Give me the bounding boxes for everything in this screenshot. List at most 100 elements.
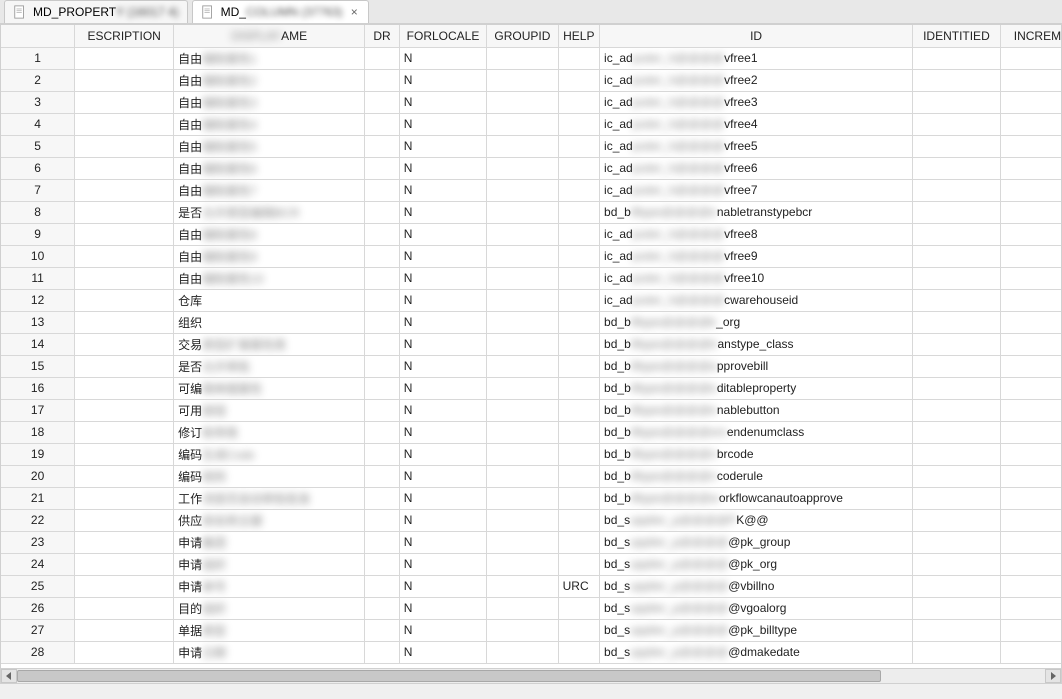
cell-forlocale[interactable]: N: [399, 465, 486, 487]
table-row[interactable]: 27单据类型Nbd_supplier_p@@@@@pk_billtype: [1, 619, 1062, 641]
cell-identitied[interactable]: [913, 597, 1000, 619]
cell-groupid[interactable]: [487, 201, 558, 223]
cell-displayname[interactable]: 工作流是否自动审批批准: [174, 487, 365, 509]
cell-displayname[interactable]: 可用按钮: [174, 399, 365, 421]
cell-displayname[interactable]: 编码生成Code: [174, 443, 365, 465]
cell-dr[interactable]: [365, 69, 400, 91]
cell-groupid[interactable]: [487, 421, 558, 443]
cell-displayname[interactable]: 自由辅助属性4: [174, 113, 365, 135]
cell-description[interactable]: [75, 91, 174, 113]
col-incrementseed[interactable]: INCREMENTSEED: [1000, 25, 1062, 47]
table-row[interactable]: 12仓库Nic_adjuster_h@@@@cwarehouseid: [1, 289, 1062, 311]
cell-description[interactable]: [75, 333, 174, 355]
table-row[interactable]: 11自由辅助属性10Nic_adjuster_h@@@@vfree10: [1, 267, 1062, 289]
table-row[interactable]: 25申请单号NURCbd_supplier_p@@@@@vbillno: [1, 575, 1062, 597]
row-number[interactable]: 18: [1, 421, 75, 443]
cell-dr[interactable]: [365, 377, 400, 399]
cell-identitied[interactable]: [913, 575, 1000, 597]
cell-groupid[interactable]: [487, 553, 558, 575]
cell-identitied[interactable]: [913, 619, 1000, 641]
cell-displayname[interactable]: 申请日期: [174, 641, 365, 663]
cell-incrementseed[interactable]: [1000, 465, 1062, 487]
row-number[interactable]: 1: [1, 47, 75, 69]
cell-groupid[interactable]: [487, 531, 558, 553]
cell-dr[interactable]: [365, 113, 400, 135]
table-row[interactable]: 10自由辅助属性9Nic_adjuster_h@@@@vfree9: [1, 245, 1062, 267]
cell-id[interactable]: ic_adjuster_h@@@@vfree5: [600, 135, 913, 157]
cell-id[interactable]: ic_adjuster_h@@@@cwarehouseid: [600, 289, 913, 311]
cell-dr[interactable]: [365, 289, 400, 311]
cell-groupid[interactable]: [487, 135, 558, 157]
cell-groupid[interactable]: [487, 355, 558, 377]
cell-incrementseed[interactable]: [1000, 575, 1062, 597]
cell-dr[interactable]: [365, 333, 400, 355]
table-row[interactable]: 8是否允许类型编辑BCRNbd_billtype@@@@enabletranst…: [1, 201, 1062, 223]
cell-help[interactable]: [558, 333, 599, 355]
cell-id[interactable]: bd_supplier_p@@@@@dmakedate: [600, 641, 913, 663]
cell-groupid[interactable]: [487, 179, 558, 201]
cell-dr[interactable]: [365, 421, 400, 443]
cell-incrementseed[interactable]: [1000, 201, 1062, 223]
cell-displayname[interactable]: 目的组织: [174, 597, 365, 619]
cell-displayname[interactable]: 自由辅助属性7: [174, 179, 365, 201]
cell-forlocale[interactable]: N: [399, 47, 486, 69]
row-number[interactable]: 17: [1, 399, 75, 421]
cell-help[interactable]: URC: [558, 575, 599, 597]
cell-identitied[interactable]: [913, 135, 1000, 157]
cell-description[interactable]: [75, 465, 174, 487]
cell-id[interactable]: ic_adjuster_h@@@@vfree4: [600, 113, 913, 135]
cell-displayname[interactable]: 可编辑单据属性: [174, 377, 365, 399]
table-row[interactable]: 3自由辅助属性3Nic_adjuster_h@@@@vfree3: [1, 91, 1062, 113]
cell-description[interactable]: [75, 575, 174, 597]
row-number[interactable]: 4: [1, 113, 75, 135]
row-number[interactable]: 3: [1, 91, 75, 113]
cell-forlocale[interactable]: N: [399, 531, 486, 553]
cell-identitied[interactable]: [913, 487, 1000, 509]
table-row[interactable]: 23申请集团Nbd_supplier_p@@@@@pk_group: [1, 531, 1062, 553]
row-number[interactable]: 25: [1, 575, 75, 597]
cell-groupid[interactable]: [487, 597, 558, 619]
scroll-left-arrow-icon[interactable]: [1, 669, 17, 683]
cell-identitied[interactable]: [913, 289, 1000, 311]
cell-dr[interactable]: [365, 465, 400, 487]
cell-id[interactable]: bd_billtype@@@@editableproperty: [600, 377, 913, 399]
cell-incrementseed[interactable]: [1000, 179, 1062, 201]
row-number[interactable]: 16: [1, 377, 75, 399]
cell-groupid[interactable]: [487, 289, 558, 311]
cell-forlocale[interactable]: N: [399, 575, 486, 597]
cell-displayname[interactable]: 申请组织: [174, 553, 365, 575]
col-description[interactable]: ESCRIPTION: [75, 25, 174, 47]
cell-incrementseed[interactable]: [1000, 135, 1062, 157]
cell-groupid[interactable]: [487, 69, 558, 91]
cell-incrementseed[interactable]: [1000, 377, 1062, 399]
cell-displayname[interactable]: 是否允许审批: [174, 355, 365, 377]
cell-identitied[interactable]: [913, 201, 1000, 223]
cell-groupid[interactable]: [487, 487, 558, 509]
col-displayname[interactable]: DISPLAYAME: [174, 25, 365, 47]
cell-displayname[interactable]: 组织: [174, 311, 365, 333]
cell-id[interactable]: ic_adjuster_h@@@@vfree3: [600, 91, 913, 113]
col-rownum[interactable]: [1, 25, 75, 47]
cell-description[interactable]: [75, 399, 174, 421]
cell-groupid[interactable]: [487, 575, 558, 597]
scroll-track[interactable]: [17, 669, 1045, 683]
cell-description[interactable]: [75, 201, 174, 223]
cell-description[interactable]: [75, 377, 174, 399]
cell-displayname[interactable]: 交易类型扩展属性类: [174, 333, 365, 355]
cell-identitied[interactable]: [913, 223, 1000, 245]
col-id[interactable]: ID: [600, 25, 913, 47]
cell-help[interactable]: [558, 135, 599, 157]
cell-identitied[interactable]: [913, 465, 1000, 487]
row-number[interactable]: 24: [1, 553, 75, 575]
cell-id[interactable]: bd_supplier_p@@@@@pk_org: [600, 553, 913, 575]
row-number[interactable]: 20: [1, 465, 75, 487]
cell-groupid[interactable]: [487, 465, 558, 487]
cell-groupid[interactable]: [487, 333, 558, 355]
cell-forlocale[interactable]: N: [399, 399, 486, 421]
cell-id[interactable]: bd_supplier_p@@@@@pk_billtype: [600, 619, 913, 641]
cell-forlocale[interactable]: N: [399, 179, 486, 201]
table-row[interactable]: 13组织Nbd_billtype@@@@k_org: [1, 311, 1062, 333]
cell-dr[interactable]: [365, 223, 400, 245]
cell-forlocale[interactable]: N: [399, 377, 486, 399]
table-row[interactable]: 5自由辅助属性5Nic_adjuster_h@@@@vfree5: [1, 135, 1062, 157]
